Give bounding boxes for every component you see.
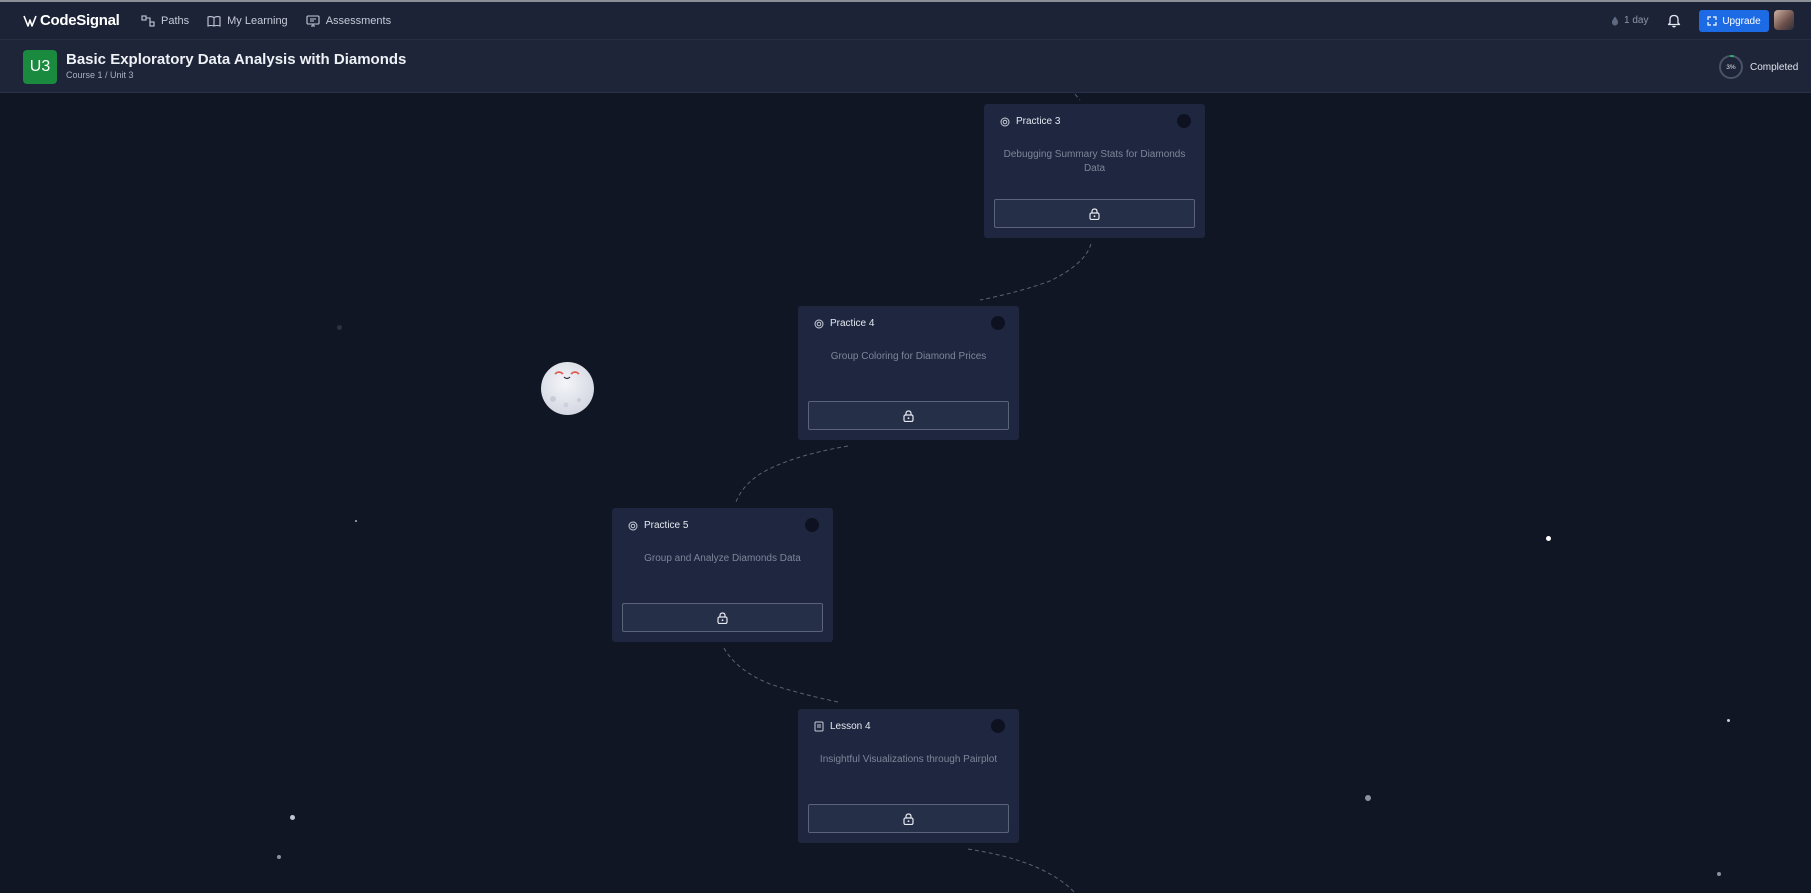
star-decoration: [277, 855, 281, 859]
notifications-button[interactable]: [1667, 13, 1681, 33]
lock-icon: [903, 409, 914, 422]
streak-label: 1 day: [1624, 15, 1649, 26]
locked-start-button[interactable]: [622, 603, 823, 632]
progress-ring: 3%: [1718, 54, 1744, 80]
main-nav: Paths My Learning Assessments: [141, 2, 391, 40]
card-header: Practice 5: [628, 520, 688, 531]
status-dot: [805, 518, 819, 532]
unit-header: U3 Basic Exploratory Data Analysis with …: [0, 40, 1811, 93]
star-decoration: [1717, 872, 1721, 876]
streak-drop-icon: [1611, 16, 1619, 25]
unit-badge: U3: [23, 50, 57, 84]
star-decoration: [1365, 795, 1371, 801]
practice-icon: [1000, 117, 1010, 126]
star-decoration: [355, 520, 357, 522]
status-dot: [991, 316, 1005, 330]
lock-icon: [717, 611, 728, 624]
breadcrumb: Course 1 / Unit 3: [66, 70, 134, 80]
nav-paths-label: Paths: [161, 15, 190, 27]
progress-percent: 3%: [1726, 63, 1736, 71]
card-kind: Practice 4: [830, 318, 875, 329]
progress-indicator: 3% Completed: [1718, 54, 1798, 80]
streak-indicator[interactable]: 1 day: [1611, 15, 1648, 26]
expand-icon: [1707, 16, 1717, 26]
lock-icon: [1089, 207, 1100, 220]
codesignal-logo[interactable]: CodeSignal: [23, 12, 120, 29]
practice-card[interactable]: Practice 3 Debugging Summary Stats for D…: [984, 104, 1205, 238]
assessment-icon: [306, 15, 320, 27]
card-kind: Practice 3: [1016, 116, 1061, 127]
practice-card[interactable]: Practice 4 Group Coloring for Diamond Pr…: [798, 306, 1019, 440]
card-header: Practice 4: [814, 318, 874, 329]
nav-paths[interactable]: Paths: [141, 15, 189, 27]
nav-my-learning-label: My Learning: [227, 15, 288, 27]
page-title: Basic Exploratory Data Analysis with Dia…: [66, 51, 407, 68]
practice-icon: [628, 521, 638, 530]
bell-icon: [1667, 14, 1681, 28]
user-avatar[interactable]: [1774, 10, 1794, 30]
practice-icon: [814, 319, 824, 328]
locked-start-button[interactable]: [808, 804, 1009, 833]
progress-label: Completed: [1750, 61, 1799, 73]
card-title: Group Coloring for Diamond Prices: [830, 351, 987, 362]
star-decoration: [337, 325, 342, 330]
card-title: Debugging Summary Stats for Diamonds Dat…: [1003, 149, 1186, 174]
status-dot: [1177, 114, 1191, 128]
lesson-card[interactable]: Lesson 4 Insightful Visualizations throu…: [798, 709, 1019, 843]
star-decoration: [1546, 536, 1551, 541]
upgrade-label: Upgrade: [1722, 15, 1761, 27]
status-dot: [991, 719, 1005, 733]
card-header: Lesson 4: [814, 721, 871, 732]
card-kind: Practice 5: [644, 520, 689, 531]
nav-assessments[interactable]: Assessments: [306, 15, 391, 27]
card-kind: Lesson 4: [830, 721, 871, 732]
logo-text: CodeSignal: [40, 12, 120, 29]
card-title: Insightful Visualizations through Pairpl…: [819, 754, 998, 765]
moon-face-icon: [550, 371, 581, 408]
book-icon: [207, 16, 221, 27]
learning-path-canvas: Practice 3 Debugging Summary Stats for D…: [0, 94, 1811, 893]
card-header: Practice 3: [1000, 116, 1060, 127]
top-navigation-bar: CodeSignal Paths My Learning Assessments: [0, 2, 1811, 40]
nav-assessments-label: Assessments: [325, 15, 392, 27]
moon-mascot: [541, 362, 594, 415]
locked-start-button[interactable]: [994, 199, 1195, 228]
card-title: Group and Analyze Diamonds Data: [644, 553, 801, 564]
locked-start-button[interactable]: [808, 401, 1009, 430]
star-decoration: [1727, 719, 1730, 722]
lock-icon: [903, 812, 914, 825]
upgrade-button[interactable]: Upgrade: [1699, 10, 1769, 32]
nav-my-learning[interactable]: My Learning: [207, 15, 288, 27]
lesson-icon: [814, 721, 824, 732]
paths-icon: [141, 15, 155, 27]
practice-card[interactable]: Practice 5 Group and Analyze Diamonds Da…: [612, 508, 833, 642]
star-decoration: [290, 815, 295, 820]
codesignal-logo-icon: [23, 15, 37, 27]
